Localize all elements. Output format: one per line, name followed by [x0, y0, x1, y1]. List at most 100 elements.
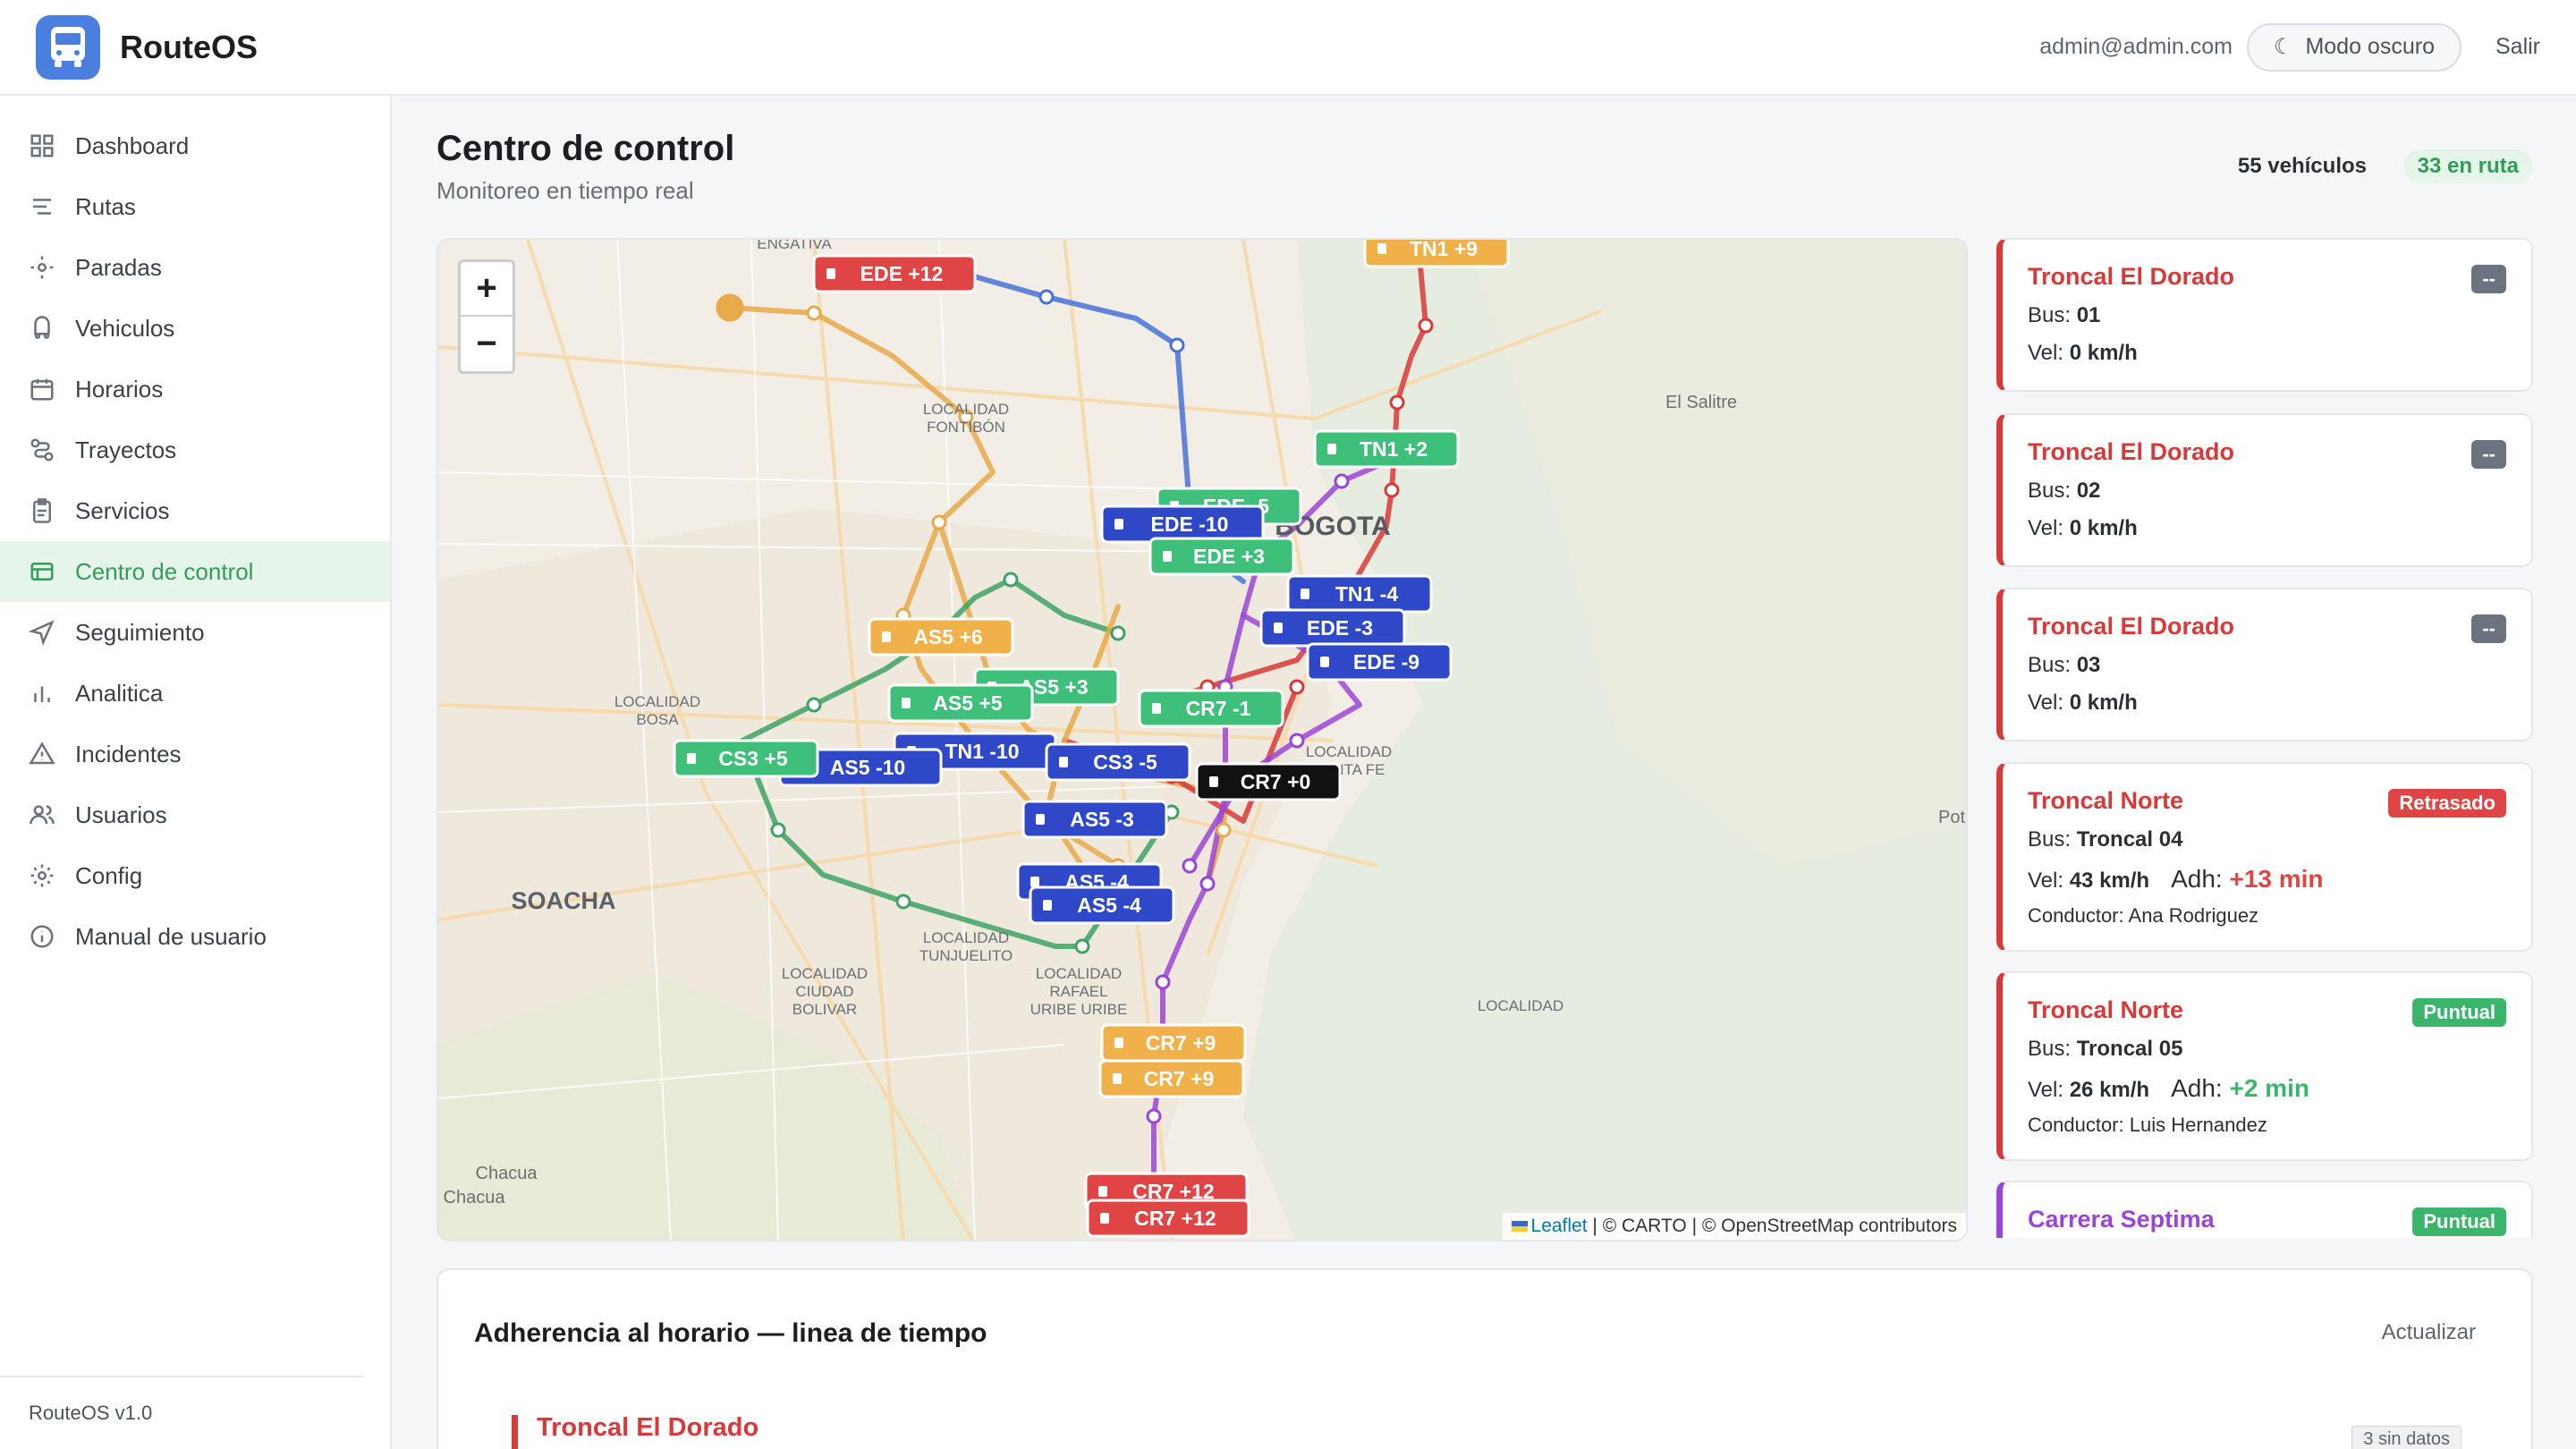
sidebar-item-paradas[interactable]: Paradas — [0, 237, 390, 298]
vehicle-marker-label: TN1 -10 — [945, 740, 1019, 763]
vehicle-route-name: Troncal El Dorado — [2028, 438, 2235, 465]
vehicle-marker[interactable]: TN1 +2 — [1313, 429, 1460, 469]
sidebar-item-analitica[interactable]: Analitica — [0, 663, 390, 724]
vehicle-marker[interactable]: EDE -3 — [1259, 608, 1406, 648]
vehicle-marker[interactable]: CS3 -5 — [1045, 742, 1191, 782]
bus-icon — [1100, 1213, 1109, 1224]
vehicle-marker[interactable]: CR7 +9 — [1100, 1023, 1247, 1063]
sidebar-item-servicios[interactable]: Servicios — [0, 480, 390, 541]
stop-marker[interactable] — [1384, 482, 1400, 498]
vehicle-route-name: Troncal El Dorado — [2028, 613, 2235, 640]
vehicle-card[interactable]: Troncal Norte Retrasado Bus: Troncal 04 Vel… — [1996, 762, 2533, 952]
vehicle-card[interactable]: Troncal Norte Puntual Bus: Troncal 05 Vel: … — [1996, 971, 2533, 1161]
sidebar-item-label: Servicios — [75, 496, 170, 524]
vehicle-marker[interactable]: TN1 +9 — [1363, 240, 1510, 268]
sidebar-item-rutas[interactable]: Rutas — [0, 176, 390, 237]
refresh-button[interactable]: Actualizar — [2382, 1320, 2476, 1345]
sidebar-item-usuarios[interactable]: Usuarios — [0, 784, 390, 845]
bus-icon — [1114, 1038, 1123, 1048]
sidebar-item-manual-de-usuario[interactable]: Manual de usuario — [0, 906, 390, 967]
zoom-out-button[interactable]: − — [461, 317, 513, 371]
sidebar-item-centro-de-control[interactable]: Centro de control — [0, 541, 390, 602]
vehicle-marker[interactable]: CR7 +9 — [1098, 1059, 1245, 1098]
attribution-text: | © CARTO | © OpenStreetMap contributors — [1587, 1216, 1957, 1236]
stop-marker[interactable] — [931, 514, 947, 530]
chart-icon — [34, 686, 50, 702]
stop-marker[interactable] — [1155, 974, 1171, 990]
vehicle-marker[interactable]: EDE -10 — [1100, 504, 1265, 544]
stop-marker[interactable] — [716, 293, 744, 322]
bus-line: Bus: 03 — [2028, 653, 2101, 677]
status-badge: Retrasado — [2388, 789, 2506, 818]
place-label: ENGATIVA — [757, 240, 832, 252]
vehicle-marker[interactable]: CS3 +5 — [673, 739, 819, 778]
stop-marker[interactable] — [770, 822, 786, 838]
bus-icon — [1059, 757, 1068, 767]
vehicle-card[interactable]: Carrera Septima Puntual — [1996, 1181, 2533, 1238]
stop-marker[interactable] — [1169, 337, 1185, 353]
vehicle-card[interactable]: Troncal El Dorado -- Bus: 02 Vel: 0 km/h — [1996, 413, 2533, 567]
vehicle-marker[interactable]: EDE +12 — [812, 254, 977, 293]
stop-marker[interactable] — [1289, 733, 1305, 749]
stop-marker[interactable] — [1038, 289, 1055, 305]
place-label: SOACHA — [511, 887, 615, 914]
stop-marker[interactable] — [806, 697, 822, 713]
driver-line: Conductor: Ana Rodriguez — [2028, 904, 2259, 927]
moon-icon: ☾ — [2273, 35, 2293, 59]
vehicle-marker[interactable]: CR7 +0 — [1195, 762, 1342, 801]
place-label: Pot — [1938, 808, 1965, 827]
stop-marker[interactable] — [1389, 394, 1405, 411]
stop-marker[interactable] — [1110, 625, 1126, 641]
stop-marker[interactable] — [1146, 1108, 1162, 1124]
navigation-icon — [29, 620, 55, 646]
stop-marker[interactable] — [895, 894, 911, 910]
ukraine-flag-icon — [1511, 1221, 1528, 1233]
adherence-label: Adh: +13 min — [2171, 865, 2324, 893]
vehicle-marker-label: TN1 +9 — [1410, 240, 1478, 260]
sidebar-item-dashboard[interactable]: Dashboard — [0, 115, 390, 176]
sidebar-item-incidentes[interactable]: Incidentes — [0, 724, 390, 784]
live-map[interactable]: ENGATIVA LOCALIDAD FONTIBÓN El Salitre BO… — [436, 238, 1968, 1241]
vehicle-marker-label: EDE +3 — [1193, 545, 1265, 568]
bus-id: 02 — [2076, 479, 2101, 503]
place-label: Chacua — [444, 1188, 506, 1208]
leaflet-link[interactable]: Leaflet — [1531, 1216, 1588, 1236]
stop-marker[interactable] — [806, 305, 822, 321]
vehicle-marker[interactable]: EDE -9 — [1306, 642, 1453, 682]
stop-marker[interactable] — [1334, 473, 1350, 489]
sidebar-item-trayectos[interactable]: Trayectos — [0, 419, 390, 480]
vehicle-marker[interactable]: CR7 -1 — [1138, 689, 1284, 728]
vehicle-marker[interactable]: AS5 +5 — [887, 683, 1034, 723]
sidebar-item-horarios[interactable]: Horarios — [0, 359, 390, 419]
stop-marker[interactable] — [1074, 938, 1090, 954]
timeline-title: Adherencia al horario — linea de tiempo — [474, 1318, 987, 1348]
calendar-icon — [30, 378, 54, 401]
logout-button[interactable]: Salir — [2496, 34, 2540, 60]
stop-marker[interactable] — [1003, 572, 1019, 588]
sidebar-item-label: Usuarios — [75, 801, 167, 828]
path-icon — [30, 438, 54, 462]
stop-marker[interactable] — [1199, 876, 1216, 892]
vehicle-marker[interactable]: AS5 +6 — [868, 617, 1014, 657]
vehicle-marker[interactable]: CR7 +12 — [1086, 1199, 1250, 1238]
vehicle-card[interactable]: Troncal El Dorado -- Bus: 01 Vel: 0 km/h — [1996, 238, 2533, 392]
vehicle-marker[interactable]: EDE +3 — [1148, 537, 1295, 576]
vehicle-marker[interactable]: TN1 -4 — [1286, 574, 1433, 614]
stop-marker[interactable] — [1182, 858, 1198, 874]
vehicle-marker-label: CS3 -5 — [1093, 750, 1157, 774]
driver-line: Conductor: Luis Hernandez — [2028, 1114, 2267, 1136]
bus-line: Bus: Troncal 04 — [2028, 827, 2183, 852]
vehicle-card[interactable]: Troncal El Dorado -- Bus: 03 Vel: 0 km/h — [1996, 588, 2533, 741]
stop-marker[interactable] — [1289, 679, 1305, 695]
vehicle-marker[interactable]: AS5 -4 — [1029, 886, 1175, 925]
zoom-in-button[interactable]: + — [461, 262, 513, 317]
stop-marker[interactable] — [1418, 318, 1434, 334]
vehicle-marker[interactable]: AS5 -3 — [1021, 800, 1168, 839]
bus-id: 01 — [2076, 303, 2101, 327]
bus-id: 03 — [2076, 653, 2101, 677]
stop-marker[interactable] — [1216, 822, 1232, 838]
sidebar-item-seguimiento[interactable]: Seguimiento — [0, 602, 390, 663]
sidebar-item-config[interactable]: Config — [0, 845, 390, 906]
sidebar-item-vehiculos[interactable]: Vehiculos — [0, 298, 390, 359]
dark-mode-button[interactable]: ☾ Modo oscuro — [2246, 22, 2462, 72]
